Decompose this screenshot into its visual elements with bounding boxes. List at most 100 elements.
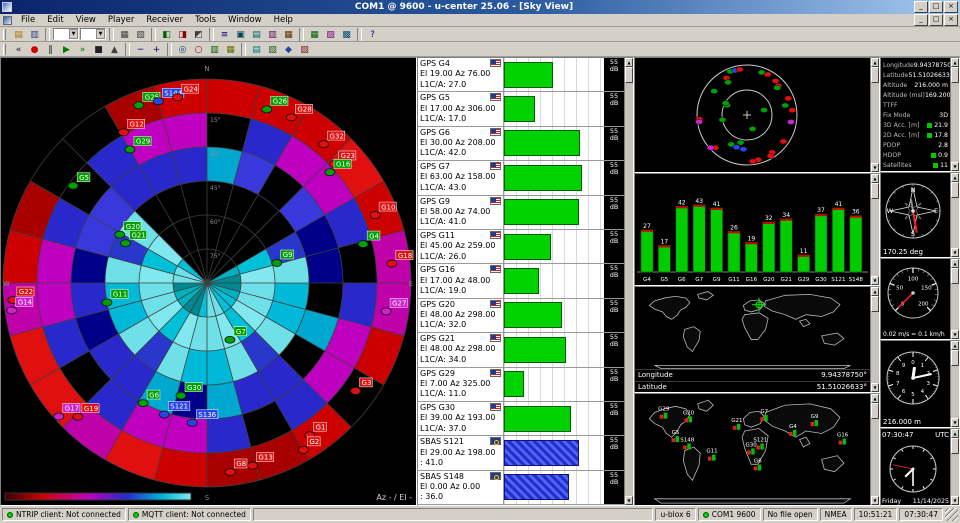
pause-icon[interactable]: ‖: [43, 43, 58, 56]
binary-console-icon[interactable]: ▦: [281, 28, 296, 41]
scrollbar-track[interactable]: [871, 183, 879, 276]
print-icon[interactable]: ▦: [117, 28, 132, 41]
scroll-up-button[interactable]: ▲: [951, 173, 959, 182]
packet-console-icon[interactable]: ▥: [265, 28, 280, 41]
com-port-combo[interactable]: ▼: [53, 28, 79, 40]
scrollbar-thumb[interactable]: [871, 296, 879, 312]
scroll-down-button[interactable]: ▼: [951, 248, 959, 257]
menu-tools[interactable]: Tools: [189, 14, 222, 27]
vertical-scrollbar[interactable]: ▲▼: [870, 394, 879, 505]
maximize-button[interactable]: □: [929, 1, 943, 13]
map-view-icon[interactable]: ▧: [265, 43, 280, 56]
scroll-down-button[interactable]: ▼: [951, 162, 959, 171]
scroll-up-button[interactable]: ▲: [871, 394, 879, 403]
scrollbar-track[interactable]: [951, 67, 959, 162]
scrollbar-track[interactable]: [951, 182, 959, 248]
titlebar[interactable]: COM1 @ 9600 - u-center 25.06 - [Sky View…: [0, 0, 960, 14]
scrollbar-thumb[interactable]: [951, 182, 959, 198]
toolbar-drag-handle[interactable]: [3, 29, 6, 40]
scroll-up-button[interactable]: ▲: [871, 174, 879, 183]
docking-window-icon[interactable]: ▦: [223, 43, 238, 56]
scroll-down-button[interactable]: ▼: [951, 330, 959, 339]
scrollbar-thumb[interactable]: [871, 183, 879, 199]
text-console-icon[interactable]: ▤: [249, 28, 264, 41]
autobaud-icon[interactable]: ◩: [191, 28, 206, 41]
scroll-up-button[interactable]: ▲: [951, 259, 959, 268]
table-view-icon[interactable]: ▦: [307, 28, 322, 41]
vertical-scrollbar[interactable]: ▲▼: [624, 58, 633, 505]
vertical-scrollbar[interactable]: ▲▼: [950, 173, 959, 257]
scrollbar-thumb[interactable]: [871, 403, 879, 419]
baud-rate-combo[interactable]: ▼: [80, 28, 106, 40]
scroll-down-button[interactable]: ▼: [871, 163, 879, 172]
menu-help[interactable]: Help: [268, 14, 299, 27]
zoom-in-icon[interactable]: +: [149, 43, 164, 56]
vertical-scrollbar[interactable]: ▲▼: [950, 259, 959, 339]
scrollbar-thumb[interactable]: [951, 350, 959, 366]
scroll-down-button[interactable]: ▼: [871, 276, 879, 285]
scroll-up-button[interactable]: ▲: [871, 287, 879, 296]
scroll-up-button[interactable]: ▲: [951, 341, 959, 350]
scroll-down-button[interactable]: ▼: [951, 496, 959, 505]
chart-view-icon[interactable]: ▨: [323, 28, 338, 41]
menu-player[interactable]: Player: [102, 14, 140, 27]
histogram-view-icon[interactable]: ▥: [207, 43, 222, 56]
copy-icon[interactable]: ▧: [133, 28, 148, 41]
scroll-up-button[interactable]: ▲: [951, 429, 959, 438]
close-button[interactable]: ×: [944, 1, 958, 13]
mdi-close-button[interactable]: ×: [944, 14, 958, 26]
jump-to-start-icon[interactable]: «: [11, 43, 26, 56]
zoom-out-icon[interactable]: −: [133, 43, 148, 56]
connect-receiver-icon[interactable]: ◧: [159, 28, 174, 41]
scrollbar-track[interactable]: [871, 296, 879, 383]
scrollbar-track[interactable]: [951, 268, 959, 330]
scroll-up-button[interactable]: ▲: [951, 58, 959, 67]
save-log-icon[interactable]: ▥: [27, 28, 42, 41]
fast-forward-icon[interactable]: »: [75, 43, 90, 56]
scroll-down-button[interactable]: ▼: [871, 496, 879, 505]
scroll-down-button[interactable]: ▼: [871, 383, 879, 392]
scroll-up-button[interactable]: ▲: [625, 58, 633, 67]
stop-icon[interactable]: ■: [91, 43, 106, 56]
play-icon[interactable]: ▶: [59, 43, 74, 56]
scroll-up-button[interactable]: ▲: [871, 58, 879, 67]
menu-receiver[interactable]: Receiver: [140, 14, 189, 27]
scrollbar-track[interactable]: [625, 67, 633, 496]
google-earth-view-icon[interactable]: ◆: [281, 43, 296, 56]
menu-view[interactable]: View: [70, 14, 102, 27]
vertical-scrollbar[interactable]: ▲▼: [950, 429, 959, 505]
scrollbar-thumb[interactable]: [951, 268, 959, 284]
vertical-scrollbar[interactable]: ▲▼: [870, 287, 879, 392]
menu-window[interactable]: Window: [222, 14, 268, 27]
about-help-icon[interactable]: ?: [365, 28, 380, 41]
vertical-scrollbar[interactable]: ▲▼: [870, 58, 879, 172]
statistics-view-icon[interactable]: ▤: [249, 43, 264, 56]
scroll-down-button[interactable]: ▼: [951, 418, 959, 427]
mdi-minimize-button[interactable]: _: [914, 14, 928, 26]
scrollbar-thumb[interactable]: [951, 438, 959, 454]
scrollbar-track[interactable]: [871, 403, 879, 496]
open-log-icon[interactable]: ▤: [11, 28, 26, 41]
sky-view-icon[interactable]: ◎: [175, 43, 190, 56]
messages-view-icon[interactable]: ≡: [217, 28, 232, 41]
menu-file[interactable]: File: [15, 14, 41, 27]
vertical-scrollbar[interactable]: ▲▼: [950, 341, 959, 427]
resize-grip[interactable]: [945, 508, 958, 521]
configuration-view-icon[interactable]: ▣: [233, 28, 248, 41]
scrollbar-thumb[interactable]: [625, 67, 633, 83]
menu-edit[interactable]: Edit: [41, 14, 69, 27]
mdi-restore-button[interactable]: □: [929, 14, 943, 26]
camera-view-icon[interactable]: ▩: [339, 28, 354, 41]
disconnect-receiver-icon[interactable]: ◨: [175, 28, 190, 41]
vertical-scrollbar[interactable]: ▲▼: [870, 174, 879, 285]
minimize-button[interactable]: _: [914, 1, 928, 13]
scrollbar-thumb[interactable]: [871, 67, 879, 83]
scrollbar-track[interactable]: [871, 67, 879, 163]
scrollbar-thumb[interactable]: [951, 67, 959, 83]
record-icon[interactable]: ●: [27, 43, 42, 56]
scroll-down-button[interactable]: ▼: [625, 496, 633, 505]
message-inspector-icon[interactable]: ▨: [297, 43, 312, 56]
scrollbar-track[interactable]: [951, 438, 959, 496]
scrollbar-track[interactable]: [951, 350, 959, 418]
vertical-scrollbar[interactable]: ▲▼: [950, 58, 959, 171]
